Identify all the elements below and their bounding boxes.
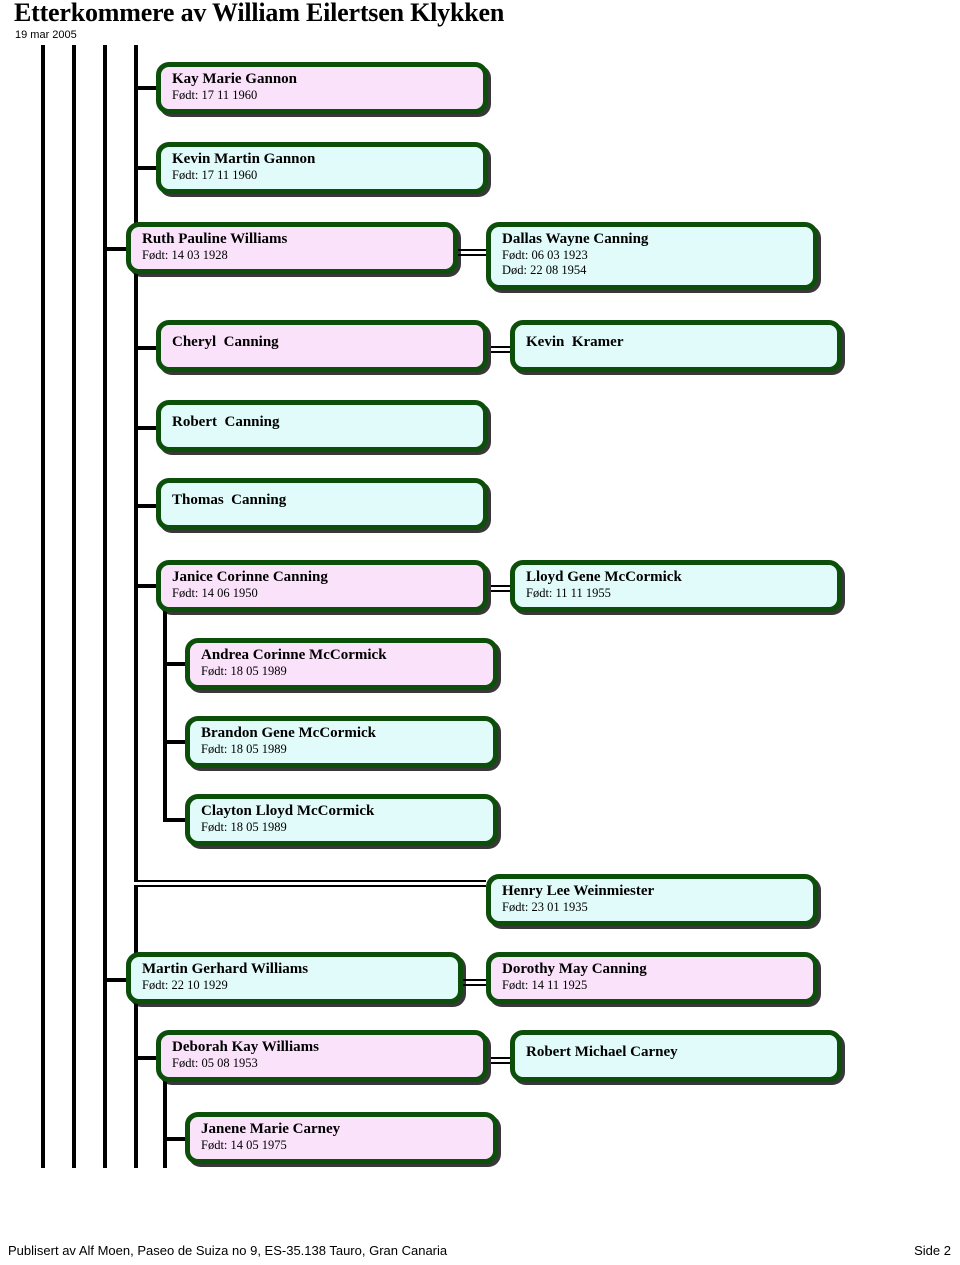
tick-brandon-gene-mccormick	[163, 740, 187, 744]
marriage-rule-ruth-henry	[134, 880, 486, 887]
tick-cheryl-canning	[134, 346, 158, 350]
person-born: Født: 14 05 1975	[201, 1138, 287, 1152]
footer-page-number: Side 2	[914, 1243, 951, 1258]
person-born: Født: 06 03 1923	[502, 248, 588, 262]
person-box-dorothy-may-canning[interactable]: Dorothy May Canning Født: 14 11 1925	[486, 952, 818, 1004]
person-name: Deborah Kay Williams	[172, 1039, 319, 1055]
tick-clayton-lloyd-mccormick	[163, 818, 187, 822]
person-born: Født: 14 11 1925	[502, 978, 588, 992]
footer-publisher: Publisert av Alf Moen, Paseo de Suiza no…	[8, 1243, 448, 1258]
person-born: Født: 05 08 1953	[172, 1056, 258, 1070]
tick-deborah-kay-williams	[134, 1056, 158, 1060]
person-box-dallas-wayne-canning[interactable]: Dallas Wayne Canning Født: 06 03 1923 Dø…	[486, 222, 818, 290]
tick-andrea-corinne-mccormick	[163, 662, 187, 666]
person-name: Martin Gerhard Williams	[142, 961, 309, 977]
spine-williams-children	[134, 1000, 138, 1168]
person-born: Født: 18 05 1989	[201, 742, 287, 756]
person-born: Født: 14 06 1950	[172, 586, 258, 600]
person-born: Født: 14 03 1928	[142, 248, 228, 262]
person-born: Født: 22 10 1929	[142, 978, 228, 992]
person-box-martin-gerhard-williams[interactable]: Martin Gerhard Williams Født: 22 10 1929	[126, 952, 463, 1004]
person-box-clayton-lloyd-mccormick[interactable]: Clayton Lloyd McCormick Født: 18 05 1989	[185, 794, 498, 846]
person-born: Født: 23 01 1935	[502, 900, 588, 914]
tick-janene-marie-carney	[163, 1137, 187, 1141]
person-born: Født: 18 05 1989	[201, 664, 287, 678]
person-born: Født: 11 11 1955	[526, 586, 611, 600]
person-name: Dallas Wayne Canning	[502, 231, 649, 247]
person-name: Kay Marie Gannon	[172, 71, 298, 87]
spine-ruth-children	[134, 270, 138, 870]
person-name: Robert Michael Carney	[526, 1044, 678, 1060]
person-name: Henry Lee Weinmiester	[502, 883, 655, 899]
person-box-henry-lee-weinmiester[interactable]: Henry Lee Weinmiester Født: 23 01 1935	[486, 874, 818, 926]
person-name: Robert Canning	[172, 414, 280, 430]
person-name: Andrea Corinne McCormick	[201, 647, 387, 663]
spine-carney-children	[163, 1080, 167, 1168]
person-box-robert-michael-carney[interactable]: Robert Michael Carney	[510, 1030, 842, 1082]
spine-generation-1	[41, 45, 45, 1168]
person-box-cheryl-canning[interactable]: Cheryl Canning	[156, 320, 488, 372]
person-box-kevin-kramer[interactable]: Kevin Kramer	[510, 320, 842, 372]
person-name: Dorothy May Canning	[502, 961, 647, 977]
marriage-rule-ruth-dallas	[455, 249, 489, 256]
person-box-ruth-pauline-williams[interactable]: Ruth Pauline Williams Født: 14 03 1928	[126, 222, 458, 274]
person-born: Født: 18 05 1989	[201, 820, 287, 834]
descendant-tree: Kay Marie Gannon Født: 17 11 1960 Kevin …	[0, 0, 960, 1200]
person-box-andrea-corinne-mccormick[interactable]: Andrea Corinne McCormick Født: 18 05 198…	[185, 638, 498, 690]
person-name: Thomas Canning	[172, 492, 287, 508]
person-name: Janene Marie Carney	[201, 1121, 341, 1137]
tick-kevin-martin-gannon	[134, 166, 158, 170]
person-name: Lloyd Gene McCormick	[526, 569, 682, 585]
tick-janice-corinne-canning	[134, 584, 158, 588]
person-name: Kevin Martin Gannon	[172, 151, 316, 167]
marriage-rule-martin-dorothy	[460, 979, 488, 986]
spine-generation-3	[103, 45, 107, 1168]
person-name: Ruth Pauline Williams	[142, 231, 288, 247]
person-name: Clayton Lloyd McCormick	[201, 803, 375, 819]
person-box-deborah-kay-williams[interactable]: Deborah Kay Williams Født: 05 08 1953	[156, 1030, 488, 1082]
spine-mccormick-children	[163, 606, 167, 821]
person-box-kay-marie-gannon[interactable]: Kay Marie Gannon Født: 17 11 1960	[156, 62, 488, 114]
person-box-janene-marie-carney[interactable]: Janene Marie Carney Født: 14 05 1975	[185, 1112, 498, 1164]
person-box-brandon-gene-mccormick[interactable]: Brandon Gene McCormick Født: 18 05 1989	[185, 716, 498, 768]
spine-gannon-children	[134, 45, 138, 170]
tick-robert-canning	[134, 426, 158, 430]
person-born: Født: 17 11 1960	[172, 168, 258, 182]
person-box-robert-canning[interactable]: Robert Canning	[156, 400, 488, 452]
person-name: Cheryl Canning	[172, 334, 279, 350]
person-box-thomas-canning[interactable]: Thomas Canning	[156, 478, 488, 530]
person-name: Janice Corinne Canning	[172, 569, 328, 585]
tick-kay-marie-gannon	[134, 86, 158, 90]
person-box-lloyd-gene-mccormick[interactable]: Lloyd Gene McCormick Født: 11 11 1955	[510, 560, 842, 612]
person-box-kevin-martin-gannon[interactable]: Kevin Martin Gannon Født: 17 11 1960	[156, 142, 488, 194]
person-name: Kevin Kramer	[526, 334, 624, 350]
person-name: Brandon Gene McCormick	[201, 725, 376, 741]
tick-thomas-canning	[134, 504, 158, 508]
person-born: Født: 17 11 1960	[172, 88, 258, 102]
person-died: Død: 22 08 1954	[502, 263, 587, 277]
person-box-janice-corinne-canning[interactable]: Janice Corinne Canning Født: 14 06 1950	[156, 560, 488, 612]
spine-generation-2	[72, 45, 76, 1168]
